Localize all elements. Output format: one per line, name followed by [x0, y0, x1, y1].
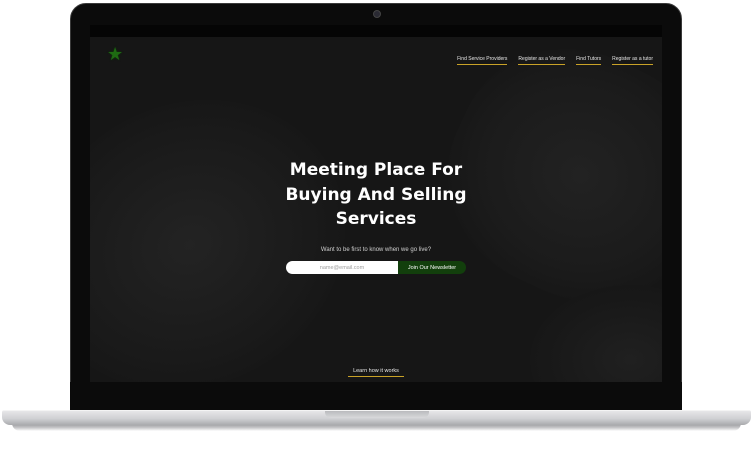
hero-title-line: Buying And Selling: [285, 184, 467, 205]
screen-top-bar: [90, 25, 662, 37]
site-logo[interactable]: ★: [106, 45, 130, 71]
screen-bottom-bezel: [70, 382, 682, 411]
hero-title-line: Services: [335, 209, 417, 229]
logo-star-icon: ★: [107, 44, 124, 64]
newsletter-form: Join Our Newsletter: [286, 261, 466, 274]
main-nav: Find Service Providers Register as a Ven…: [457, 56, 653, 65]
nav-find-service-providers[interactable]: Find Service Providers: [457, 56, 508, 65]
nav-register-tutor[interactable]: Register as a tutor: [612, 56, 653, 65]
join-newsletter-button[interactable]: Join Our Newsletter: [398, 261, 466, 274]
hero-title-line: Meeting Place For: [289, 160, 463, 180]
nav-register-vendor[interactable]: Register as a Vendor: [518, 56, 566, 65]
hero-title: Meeting Place For Buying And Selling Ser…: [266, 158, 486, 232]
background-shape: [530, 285, 662, 382]
learn-how-it-works-link[interactable]: Learn how it works: [348, 368, 404, 377]
email-input[interactable]: [286, 261, 398, 274]
camera-icon: [373, 10, 381, 18]
laptop-notch: [325, 411, 429, 418]
nav-find-tutors[interactable]: Find Tutors: [576, 56, 602, 65]
hero-subtitle: Want to be first to know when we go live…: [320, 247, 432, 253]
website-screen: ★ Find Service Providers Register as a V…: [90, 25, 662, 382]
